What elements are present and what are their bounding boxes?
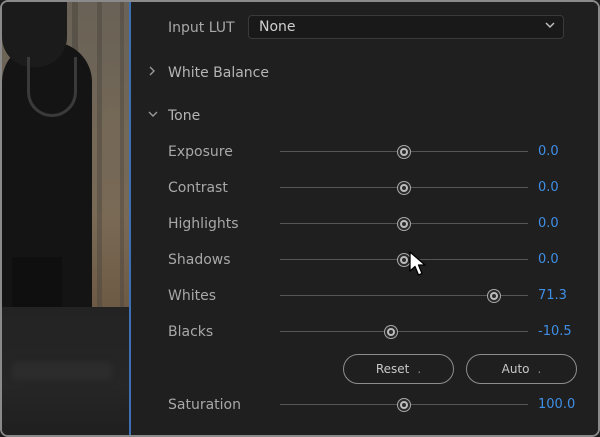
preview-image bbox=[2, 2, 129, 307]
slider-value[interactable]: 71.3 bbox=[538, 288, 567, 304]
tree-trunk bbox=[120, 2, 124, 307]
slider-thumb[interactable] bbox=[398, 182, 410, 194]
slider-label: Exposure bbox=[168, 144, 233, 160]
slider-label: Contrast bbox=[168, 180, 228, 196]
slider-value[interactable]: 0.0 bbox=[538, 252, 559, 268]
slider-row-blacks: Blacks -10.5 bbox=[131, 320, 598, 344]
slider-row-saturation: Saturation 100.0 bbox=[131, 393, 598, 417]
white-balance-header[interactable]: White Balance bbox=[168, 64, 269, 82]
slider-thumb[interactable] bbox=[488, 290, 501, 302]
tree-trunk bbox=[97, 2, 102, 307]
slider-row-highlights: Highlights 0.0 bbox=[131, 212, 598, 236]
video-preview bbox=[2, 2, 129, 435]
chevron-down-icon[interactable] bbox=[147, 109, 159, 119]
slider-value[interactable]: 0.0 bbox=[538, 180, 559, 196]
person-leg bbox=[12, 257, 62, 307]
app-frame: Input LUT None White Balance Tone Exposu… bbox=[0, 0, 600, 437]
blurred-text bbox=[12, 362, 112, 380]
auto-button[interactable]: Auto. bbox=[466, 354, 577, 384]
slider-thumb[interactable] bbox=[398, 399, 410, 411]
slider-value[interactable]: 0.0 bbox=[538, 216, 559, 232]
dot: . bbox=[417, 362, 422, 376]
slider-row-shadows: Shadows 0.0 bbox=[131, 248, 598, 272]
slider-value[interactable]: 0.0 bbox=[538, 144, 559, 160]
dot: . bbox=[537, 362, 542, 376]
bag-strap bbox=[27, 57, 77, 117]
reset-button[interactable]: Reset. bbox=[343, 354, 454, 384]
tone-header[interactable]: Tone bbox=[168, 107, 200, 125]
slider-label: Saturation bbox=[168, 397, 241, 413]
slider-value[interactable]: -10.5 bbox=[538, 324, 572, 340]
slider-value[interactable]: 100.0 bbox=[538, 397, 575, 413]
chevron-down-icon bbox=[545, 22, 555, 29]
input-lut-dropdown[interactable]: None bbox=[248, 15, 564, 39]
slider-label: Whites bbox=[168, 288, 217, 304]
slider-track[interactable] bbox=[280, 331, 528, 332]
slider-row-whites: Whites 71.3 bbox=[131, 284, 598, 308]
lumetri-panel: Input LUT None White Balance Tone Exposu… bbox=[131, 2, 598, 435]
slider-row-exposure: Exposure 0.0 bbox=[131, 140, 598, 164]
slider-row-contrast: Contrast 0.0 bbox=[131, 176, 598, 200]
slider-thumb[interactable] bbox=[398, 146, 410, 158]
chevron-right-icon[interactable] bbox=[147, 65, 157, 77]
slider-label: Highlights bbox=[168, 216, 239, 232]
input-lut-value: None bbox=[259, 19, 296, 35]
slider-label: Blacks bbox=[168, 324, 214, 340]
mouse-cursor-icon bbox=[409, 251, 426, 276]
slider-thumb[interactable] bbox=[385, 326, 398, 338]
preview-timeline-area bbox=[2, 307, 129, 435]
slider-thumb[interactable] bbox=[398, 218, 410, 230]
input-lut-label: Input LUT bbox=[168, 20, 235, 36]
auto-button-label: Auto bbox=[501, 362, 530, 376]
slider-label: Shadows bbox=[168, 252, 231, 268]
reset-button-label: Reset bbox=[375, 362, 410, 376]
